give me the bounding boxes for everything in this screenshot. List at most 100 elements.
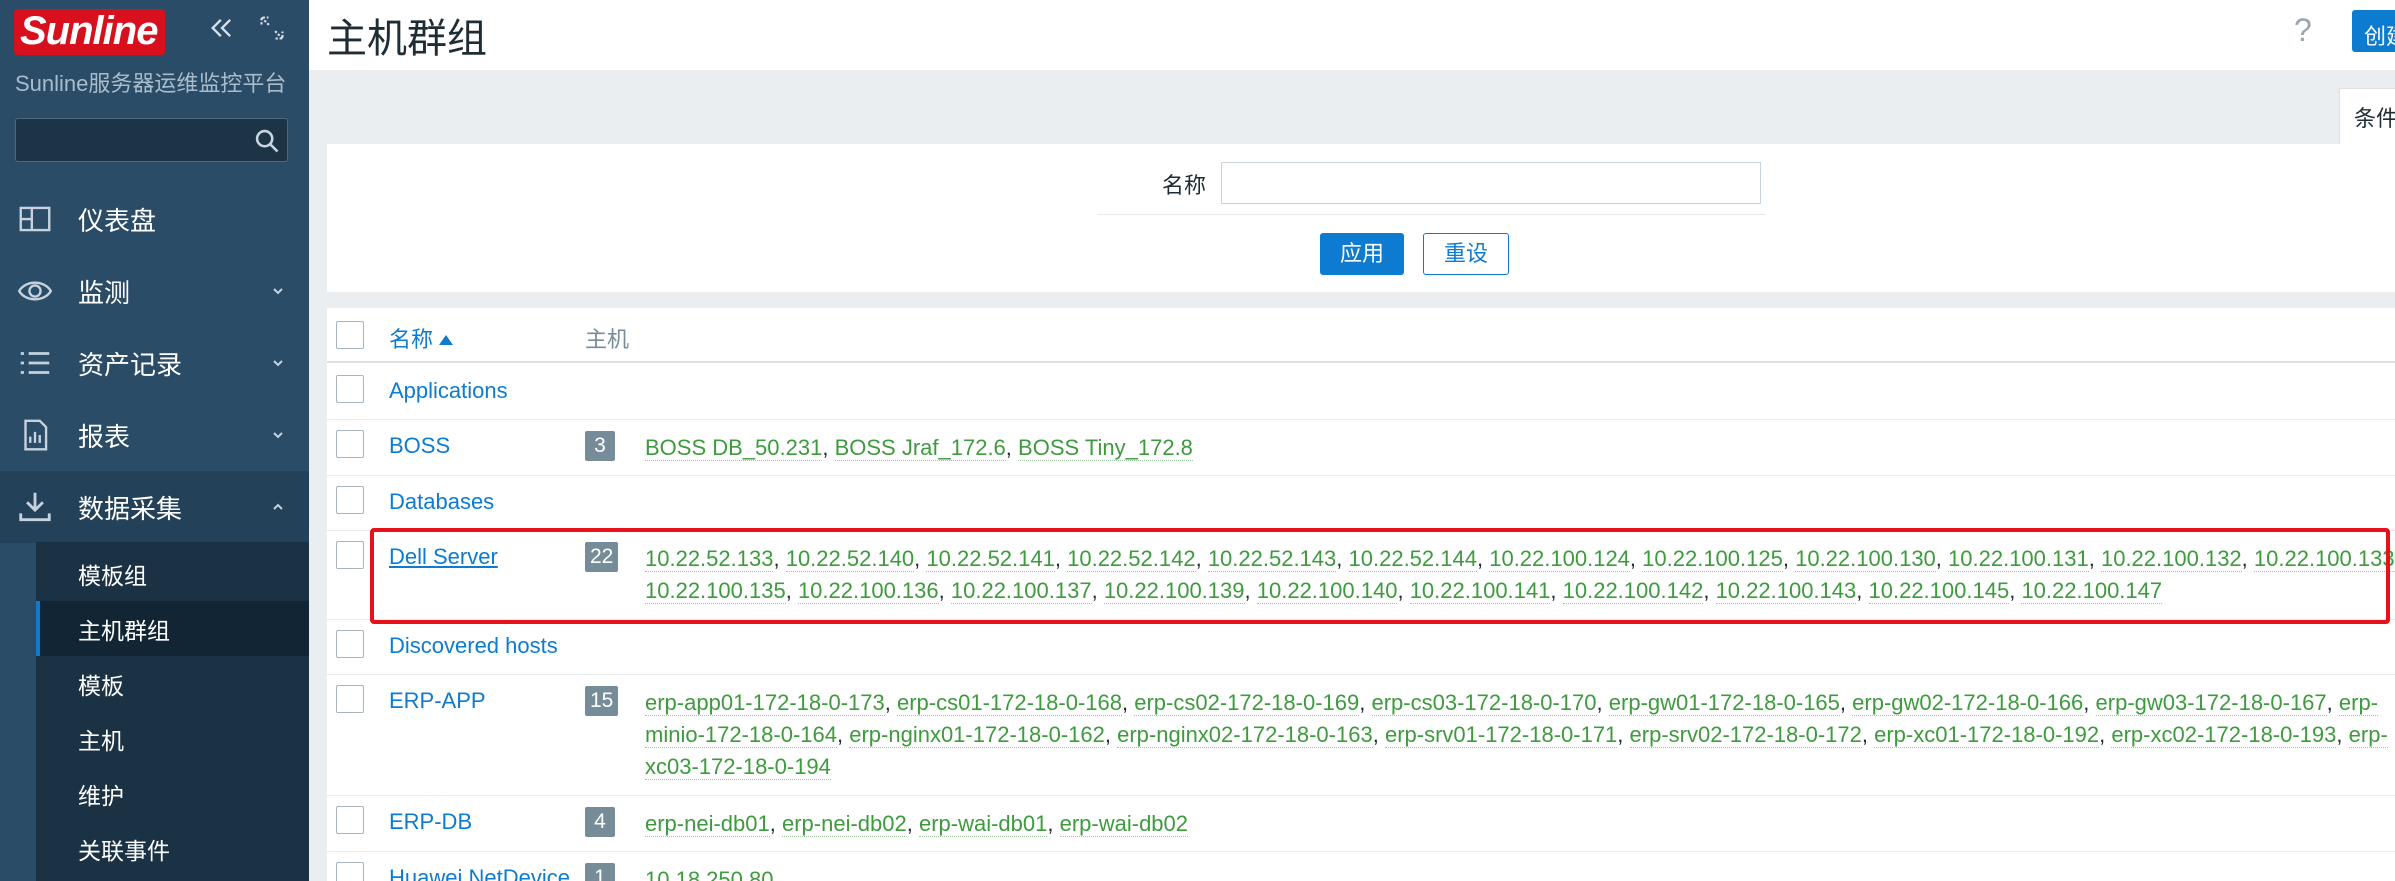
submenu-hosts[interactable]: 主机 xyxy=(36,711,309,766)
host-link[interactable]: 10.22.52.141 xyxy=(926,546,1055,572)
separator: , xyxy=(1336,546,1349,571)
host-link[interactable]: erp-gw03-172-18-0-167 xyxy=(2095,690,2327,716)
row-checkbox[interactable] xyxy=(336,862,364,881)
nav-monitoring[interactable]: 监测 xyxy=(0,255,309,327)
host-link[interactable]: 10.22.100.140 xyxy=(1256,578,1398,604)
host-link[interactable]: 10.22.100.137 xyxy=(950,578,1092,604)
host-count-badge: 3 xyxy=(585,431,615,461)
column-header-name[interactable]: 名称 xyxy=(389,322,454,354)
host-link[interactable]: 10.22.100.141 xyxy=(1409,578,1551,604)
create-host-group-button[interactable]: 创建主机群组 xyxy=(2352,10,2395,52)
host-list: erp-nei-db01, erp-nei-db02, erp-wai-db01… xyxy=(645,808,2395,840)
table-header: 名称 主机 xyxy=(327,308,2395,363)
table-row: Huawei NetDevice 1 10.18.250.80 xyxy=(327,852,2395,881)
host-link[interactable]: 10.22.100.135 xyxy=(645,578,786,604)
submenu-host-groups[interactable]: 主机群组 xyxy=(36,601,309,656)
reset-button[interactable]: 重设 xyxy=(1423,233,1509,275)
host-link[interactable]: 10.22.100.136 xyxy=(797,578,939,604)
host-group-name-link[interactable]: Applications xyxy=(389,378,508,404)
host-link[interactable]: 10.22.52.133 xyxy=(645,546,774,572)
host-link[interactable]: 10.22.52.143 xyxy=(1207,546,1337,572)
host-link[interactable]: BOSS Jraf_172.6 xyxy=(834,435,1006,461)
host-link[interactable]: 10.22.52.144 xyxy=(1348,546,1477,572)
host-link[interactable]: erp-app01-172-18-0-173 xyxy=(645,690,885,716)
host-link[interactable]: erp-gw02-172-18-0-166 xyxy=(1852,690,2084,716)
separator: , xyxy=(906,811,919,836)
host-group-name-link[interactable]: BOSS xyxy=(389,433,450,459)
host-link[interactable]: 10.22.100.147 xyxy=(2021,578,2163,604)
filter-panel: 名称 应用 重设 xyxy=(327,144,2395,292)
host-link[interactable]: erp-wai-db01 xyxy=(918,811,1048,837)
row-checkbox[interactable] xyxy=(336,486,364,514)
host-link[interactable]: erp-nginx02-172-18-0-163 xyxy=(1117,722,1373,748)
separator: , xyxy=(1476,546,1490,571)
host-link[interactable]: erp-srv02-172-18-0-172 xyxy=(1629,722,1862,748)
nav-reports[interactable]: 报表 xyxy=(0,399,309,471)
host-link[interactable]: 10.22.100.131 xyxy=(1948,546,2089,572)
host-link[interactable]: 10.22.52.140 xyxy=(785,546,915,572)
row-checkbox[interactable] xyxy=(336,375,364,403)
row-checkbox[interactable] xyxy=(336,541,364,569)
host-link[interactable]: erp-nginx01-172-18-0-162 xyxy=(849,722,1105,748)
host-group-name-link[interactable]: Huawei NetDevice xyxy=(389,865,570,881)
submenu-event-correlation[interactable]: 关联事件 xyxy=(36,821,309,876)
sidebar-search xyxy=(15,118,288,162)
help-icon[interactable]: ? xyxy=(2294,12,2312,49)
host-link[interactable]: erp-cs01-172-18-0-168 xyxy=(896,690,1122,716)
row-checkbox[interactable] xyxy=(336,430,364,458)
submenu-maintenance[interactable]: 维护 xyxy=(36,766,309,821)
host-link[interactable]: erp-xc02-172-18-0-193 xyxy=(2111,722,2337,748)
row-checkbox[interactable] xyxy=(336,685,364,713)
host-link[interactable]: 10.22.100.125 xyxy=(1642,546,1783,572)
separator: , xyxy=(1596,690,1609,715)
nav-dashboard[interactable]: 仪表盘 xyxy=(0,183,309,255)
submenu-templates[interactable]: 模板 xyxy=(36,656,309,711)
nav-data-collection[interactable]: 数据采集 xyxy=(0,471,309,543)
host-link[interactable]: 10.22.100.145 xyxy=(1868,578,2010,604)
host-group-name-link[interactable]: Databases xyxy=(389,489,494,515)
page-title: 主机群组 xyxy=(327,17,487,61)
host-link[interactable]: BOSS Tiny_172.8 xyxy=(1018,435,1193,461)
logo[interactable]: Sunline xyxy=(14,9,166,55)
row-checkbox[interactable] xyxy=(336,806,364,834)
table-row: ERP-APP 15 erp-app01-172-18-0-173, erp-cs0… xyxy=(327,675,2395,796)
submenu-template-groups[interactable]: 模板组 xyxy=(36,546,309,601)
host-link[interactable]: erp-srv01-172-18-0-171 xyxy=(1384,722,1618,748)
host-group-name-link[interactable]: ERP-APP xyxy=(389,688,486,714)
nav-inventory[interactable]: 资产记录 xyxy=(0,327,309,399)
host-link[interactable]: erp-xc01-172-18-0-192 xyxy=(1874,722,2100,748)
separator: , xyxy=(1195,546,1208,571)
host-link[interactable]: erp-wai-db02 xyxy=(1059,811,1189,837)
host-group-name-link[interactable]: ERP-DB xyxy=(389,809,472,835)
separator: , xyxy=(938,578,951,603)
filter-name-input[interactable] xyxy=(1222,163,1760,203)
host-link[interactable]: erp-cs02-172-18-0-169 xyxy=(1134,690,1360,716)
host-link[interactable]: 10.22.100.124 xyxy=(1489,546,1630,572)
host-link[interactable]: 10.22.100.132 xyxy=(2100,546,2242,572)
sidebar-search-input[interactable] xyxy=(16,119,246,161)
host-link[interactable]: 10.18.250.80 xyxy=(645,867,774,881)
host-link[interactable]: erp-nei-db01 xyxy=(645,811,770,837)
sidebar: Sunline Sunline服务器运维监控平台 仪表盘 监测 资产记录 报表 … xyxy=(0,0,309,881)
host-link[interactable]: 10.22.100.133 xyxy=(2253,546,2395,572)
select-all-checkbox[interactable] xyxy=(336,321,364,349)
host-link[interactable]: 10.22.52.142 xyxy=(1067,546,1196,572)
host-group-name-link[interactable]: Dell Server xyxy=(389,544,498,570)
filter-tab[interactable]: 条件 xyxy=(2339,88,2395,144)
apply-button[interactable]: 应用 xyxy=(1320,233,1404,275)
kiosk-mode-icon[interactable] xyxy=(258,14,286,42)
host-link[interactable]: erp-gw01-172-18-0-165 xyxy=(1608,690,1840,716)
host-link[interactable]: 10.22.100.139 xyxy=(1103,578,1245,604)
host-link[interactable]: 10.22.100.143 xyxy=(1715,578,1857,604)
row-checkbox[interactable] xyxy=(336,630,364,658)
host-link[interactable]: 10.22.100.130 xyxy=(1795,546,1936,572)
column-header-hosts: 主机 xyxy=(585,327,630,352)
search-icon[interactable] xyxy=(253,127,281,155)
host-link[interactable]: 10.22.100.142 xyxy=(1562,578,1704,604)
host-link[interactable]: BOSS DB_50.231 xyxy=(645,435,823,461)
collapse-sidebar-icon[interactable] xyxy=(208,14,236,42)
host-link[interactable]: erp-nei-db02 xyxy=(781,811,907,837)
host-list: 10.18.250.80 xyxy=(645,864,2395,881)
host-link[interactable]: erp-cs03-172-18-0-170 xyxy=(1371,690,1597,716)
host-group-name-link[interactable]: Discovered hosts xyxy=(389,633,558,659)
